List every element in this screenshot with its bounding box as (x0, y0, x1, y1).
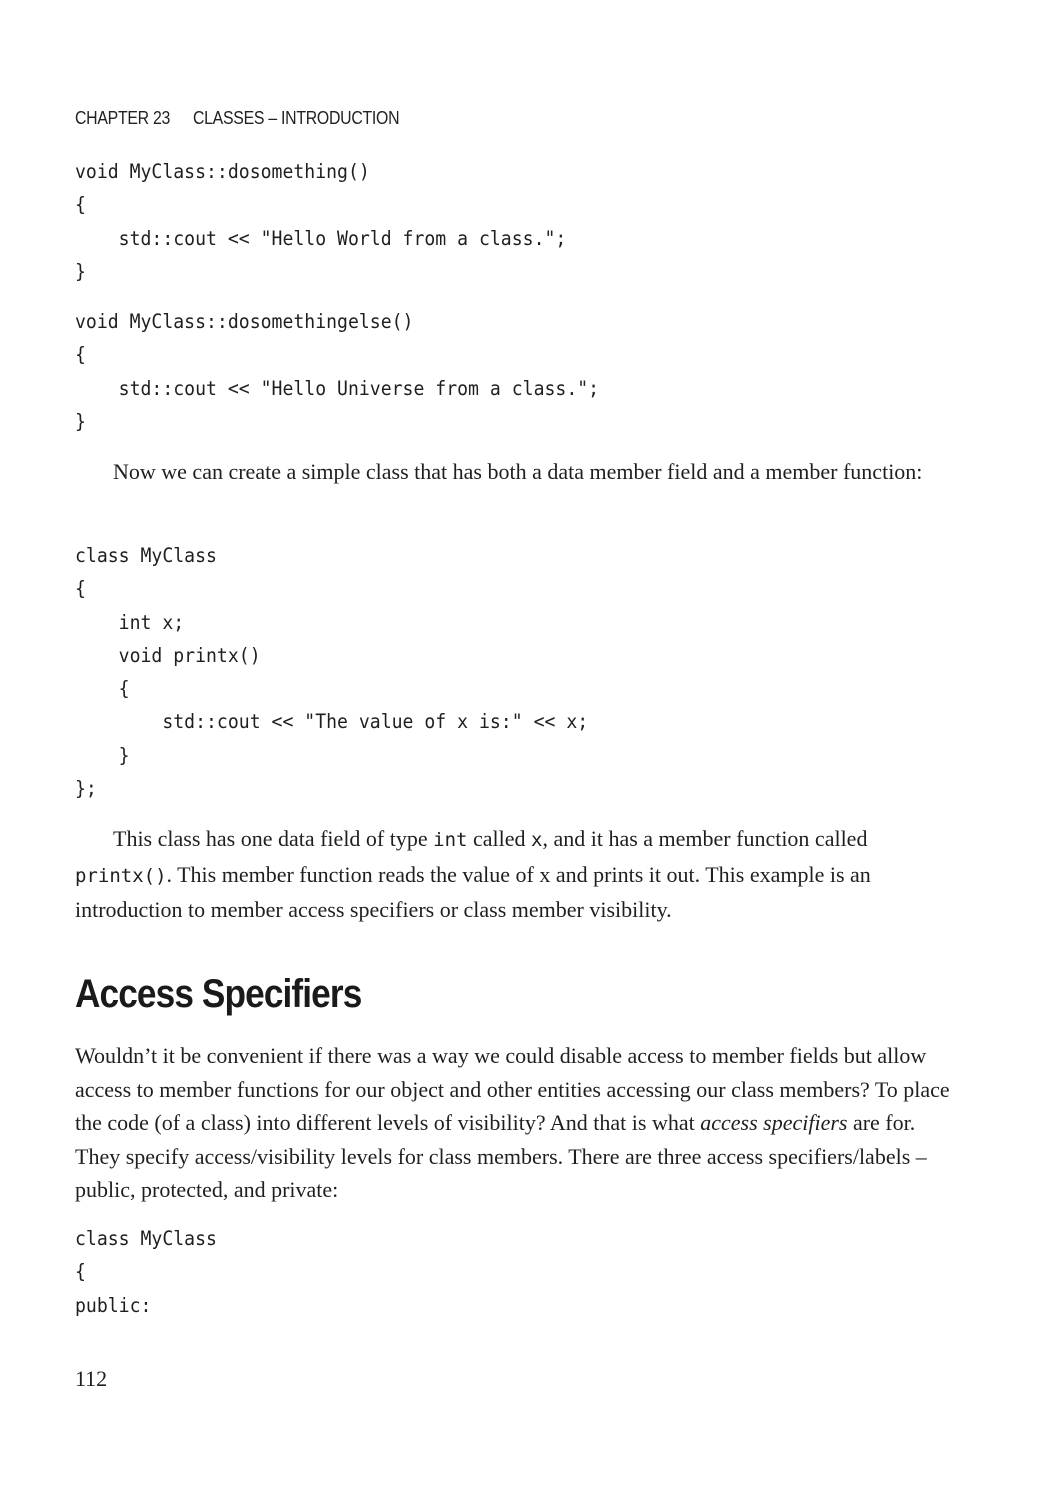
emphasis-access-specifiers: access specifiers (700, 1110, 848, 1135)
running-head: CHAPTER 23 CLASSES – INTRODUCTION (75, 108, 400, 129)
chapter-title: CLASSES – INTRODUCTION (192, 108, 400, 128)
code-block-dosomething: void MyClass::dosomething() { std::cout … (75, 160, 567, 283)
paragraph-class-explanation: This class has one data field of type in… (75, 826, 871, 922)
paragraph-access-specifiers: Wouldn’t it be convenient if there was a… (75, 1043, 950, 1202)
code-block-myclass-printx: class MyClass { int x; void printx() { s… (75, 544, 589, 801)
page-number: 112 (75, 1366, 108, 1391)
code-block-myclass-public: class MyClass { public: (75, 1227, 217, 1317)
code-block-dosomethingelse: void MyClass::dosomethingelse() { std::c… (75, 310, 600, 433)
section-heading: Access Specifiers (75, 972, 362, 1016)
inline-code-x: x (531, 829, 543, 851)
inline-code-printx: printx() (75, 864, 167, 887)
inline-code-int: int (433, 829, 468, 851)
paragraph-intro-class: Now we can create a simple class that ha… (113, 459, 923, 484)
chapter-number: CHAPTER 23 (75, 108, 171, 128)
